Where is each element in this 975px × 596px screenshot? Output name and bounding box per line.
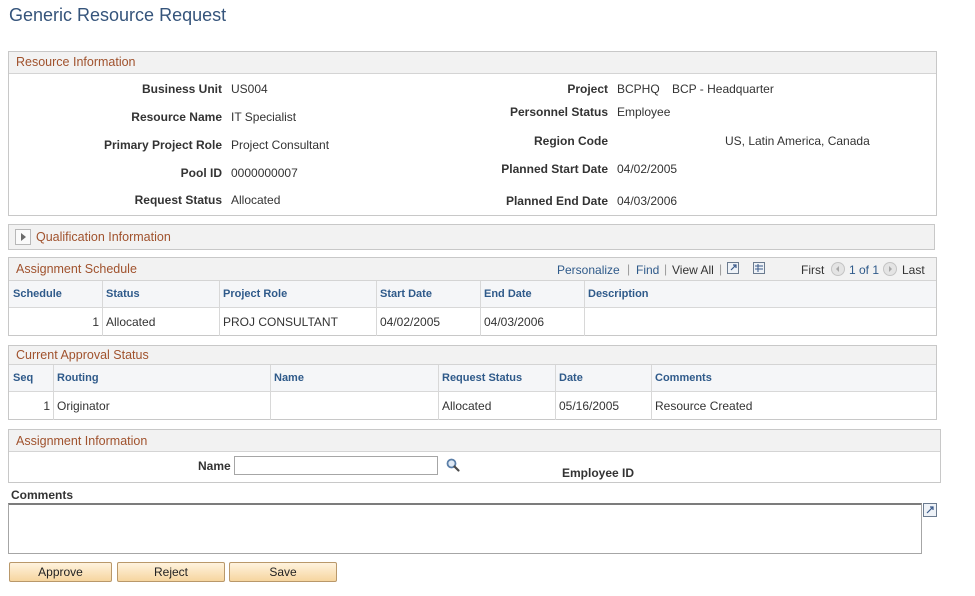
page-title: Generic Resource Request (9, 5, 227, 25)
column-header-project-role: Project Role (223, 288, 288, 300)
project-label: Project (567, 82, 608, 96)
reject-button[interactable]: Reject (117, 562, 225, 582)
planned-start-date-label: Planned Start Date (501, 162, 608, 176)
section-title: Assignment Information (16, 434, 148, 448)
business-unit-value: US004 (231, 82, 268, 96)
request-status-label: Request Status (134, 193, 222, 207)
column-header-routing: Routing (57, 372, 99, 384)
column-header-status: Status (106, 288, 140, 300)
grid-header: Current Approval Status (9, 346, 936, 365)
table-row: 1 Allocated PROJ CONSULTANT 04/02/2005 0… (9, 308, 936, 336)
qualification-information-section[interactable]: Qualification Information (8, 224, 935, 250)
qualification-title[interactable]: Qualification Information (36, 230, 171, 244)
approval-status-grid: Current Approval Status Seq Routing Name… (8, 345, 937, 420)
cell-project-role: PROJ CONSULTANT (223, 315, 338, 329)
cell-seq: 1 (43, 399, 50, 413)
section-title: Resource Information (16, 55, 136, 69)
resource-information-section: Resource Information Business Unit US004… (8, 51, 937, 216)
approve-button[interactable]: Approve (9, 562, 112, 582)
primary-project-role-label: Primary Project Role (103, 138, 222, 152)
column-header-start-date: Start Date (380, 288, 432, 300)
cell-status: Allocated (106, 315, 156, 329)
expand-triangle-icon[interactable] (15, 229, 31, 245)
personalize-link[interactable]: Personalize (557, 263, 620, 277)
cell-comments: Resource Created (655, 399, 753, 413)
region-code-value: US, Latin America, Canada (725, 134, 870, 148)
project-description: BCP - Headquarter (672, 82, 774, 96)
table-row: 1 Originator Allocated 05/16/2005 Resour… (9, 392, 936, 420)
column-header-row: Seq Routing Name Request Status Date Com… (9, 365, 936, 391)
column-divider (53, 365, 54, 420)
column-header-description: Description (588, 288, 649, 300)
cell-request-status: Allocated (442, 399, 492, 413)
nav-separator: | (627, 262, 631, 276)
next-row-icon[interactable] (883, 262, 897, 276)
column-divider (584, 281, 585, 336)
cell-date: 05/16/2005 (559, 399, 620, 413)
column-divider (102, 281, 103, 336)
pool-id-value: 0000000007 (231, 166, 298, 180)
business-unit-label: Business Unit (141, 82, 222, 96)
request-status-value: Allocated (231, 193, 281, 207)
project-value: BCPHQ (617, 82, 660, 96)
column-header-seq: Seq (13, 372, 34, 384)
column-divider (376, 281, 377, 336)
grid-header: Assignment Schedule Personalize | Find |… (9, 258, 936, 281)
row-range: 1 of 1 (849, 263, 880, 277)
grid-title: Assignment Schedule (16, 262, 137, 276)
cell-end-date: 04/03/2006 (484, 315, 545, 329)
column-header-end-date: End Date (484, 288, 532, 300)
planned-start-date-value: 04/02/2005 (617, 162, 678, 176)
view-all-link[interactable]: View All (672, 263, 714, 277)
nav-separator: | (664, 262, 668, 276)
popup-editor-icon[interactable] (923, 503, 937, 517)
column-divider (219, 281, 220, 336)
column-divider (555, 365, 556, 420)
cell-routing: Originator (57, 399, 110, 413)
assignment-information-section: Assignment Information Name Employee ID (8, 429, 941, 483)
resource-name-label: Resource Name (131, 110, 222, 124)
zoom-grid-icon[interactable] (727, 262, 739, 274)
assignment-schedule-grid: Assignment Schedule Personalize | Find |… (8, 257, 937, 336)
section-header: Assignment Information (9, 430, 940, 452)
column-divider (438, 365, 439, 420)
last-label: Last (902, 263, 925, 277)
find-link[interactable]: Find (636, 263, 659, 277)
resource-name-value: IT Specialist (231, 110, 297, 124)
lookup-magnifier-icon[interactable] (445, 457, 461, 473)
cell-schedule: 1 (92, 315, 99, 329)
comments-textarea[interactable] (8, 503, 922, 554)
comments-label: Comments (11, 488, 74, 502)
personnel-status-value: Employee (617, 105, 671, 119)
column-divider (270, 365, 271, 420)
column-header-row: Schedule Status Project Role Start Date … (9, 281, 936, 307)
personnel-status-label: Personnel Status (509, 105, 608, 119)
save-button[interactable]: Save (229, 562, 337, 582)
section-header: Resource Information (9, 52, 936, 74)
previous-row-icon[interactable] (831, 262, 845, 276)
column-divider (480, 281, 481, 336)
grid-title: Current Approval Status (16, 348, 149, 362)
primary-project-role-value: Project Consultant (231, 138, 330, 152)
column-header-date: Date (559, 372, 583, 384)
column-divider (651, 365, 652, 420)
column-header-comments: Comments (655, 372, 712, 384)
first-label: First (801, 263, 825, 277)
nav-separator: | (719, 262, 723, 276)
region-code-label: Region Code (534, 134, 608, 148)
download-grid-icon[interactable] (753, 262, 765, 274)
name-input[interactable] (234, 456, 438, 475)
employee-id-label: Employee ID (562, 466, 635, 480)
planned-end-date-label: Planned End Date (505, 194, 608, 208)
column-header-schedule: Schedule (13, 288, 62, 300)
planned-end-date-value: 04/03/2006 (617, 194, 678, 208)
cell-start-date: 04/02/2005 (380, 315, 441, 329)
column-header-request-status: Request Status (442, 372, 523, 384)
name-label: Name (198, 459, 231, 473)
pool-id-label: Pool ID (180, 166, 222, 180)
column-header-name: Name (274, 372, 304, 384)
